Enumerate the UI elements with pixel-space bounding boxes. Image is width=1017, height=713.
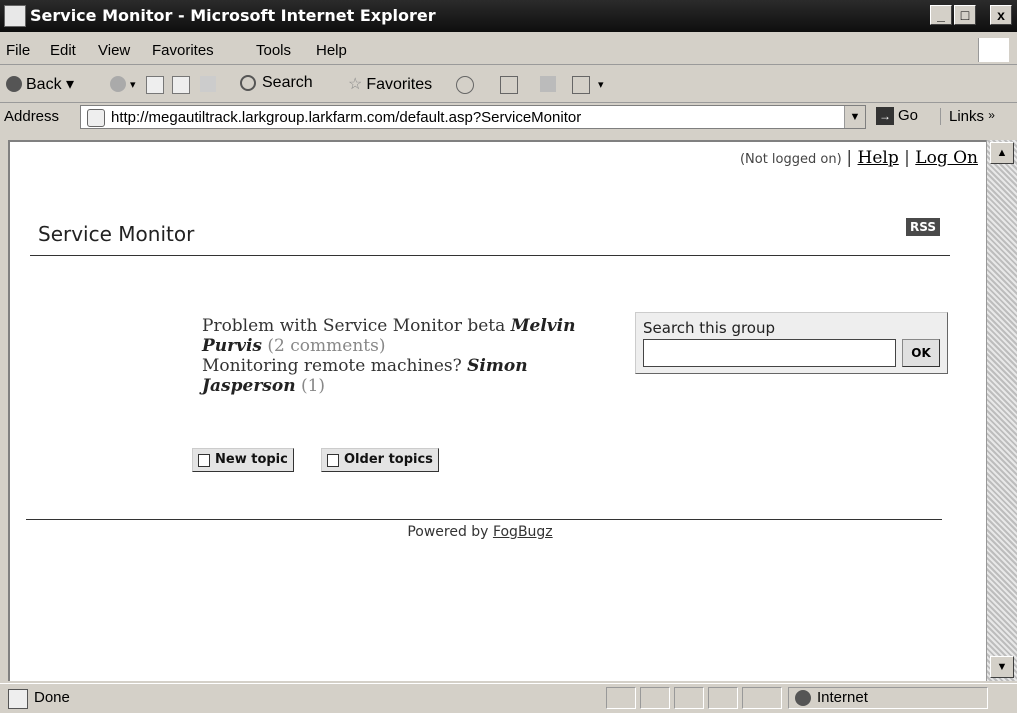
menu-bar: File Edit View Favorites Tools Help: [0, 36, 1017, 65]
help-link[interactable]: Help: [858, 148, 899, 168]
window-title: Service Monitor - Microsoft Internet Exp…: [30, 6, 436, 25]
footer-divider: [26, 519, 942, 520]
mail-button[interactable]: [500, 76, 518, 94]
toolbar: Back ▾ ▾ Search ☆ Favorites ▾: [0, 66, 1017, 103]
address-url: http://megautiltrack.larkgroup.larkfarm.…: [111, 109, 582, 126]
fogbugz-link[interactable]: FogBugz: [493, 524, 553, 540]
address-label: Address: [4, 108, 60, 125]
search-button[interactable]: Search: [240, 74, 313, 92]
ie-icon[interactable]: [4, 5, 26, 27]
scroll-down-button[interactable]: ▼: [990, 656, 1014, 678]
topic-item[interactable]: Monitoring remote machines? Simon Jasper…: [202, 356, 602, 396]
home-button[interactable]: [200, 76, 216, 92]
back-arrow-icon: [6, 76, 22, 92]
search-group-input[interactable]: [643, 339, 896, 367]
page-content: (Not logged on) | Help | Log On Service …: [8, 140, 986, 681]
topic-list: Problem with Service Monitor beta Melvin…: [202, 316, 602, 396]
close-button[interactable]: x: [990, 5, 1012, 25]
topic-title[interactable]: Monitoring remote machines?: [202, 356, 462, 376]
search-group-box: Search this group OK: [635, 312, 948, 374]
links-label: Links: [949, 108, 985, 125]
favorites-label: Favorites: [366, 76, 433, 93]
page-status-icon: [8, 689, 28, 709]
new-topic-label: New topic: [215, 452, 288, 467]
older-topics-label: Older topics: [344, 452, 433, 467]
minimize-button[interactable]: _: [930, 5, 952, 25]
menu-file[interactable]: File: [6, 42, 30, 59]
refresh-button[interactable]: [172, 76, 190, 94]
status-panel: [742, 687, 782, 709]
scroll-up-button[interactable]: ▲: [990, 142, 1014, 164]
menu-tools[interactable]: Tools: [256, 42, 291, 59]
page-icon: [87, 109, 105, 127]
title-divider: [30, 255, 950, 256]
zone-label: Internet: [817, 689, 868, 706]
print-button[interactable]: [540, 76, 556, 92]
menu-help[interactable]: Help: [316, 42, 347, 59]
edit-button[interactable]: [572, 76, 590, 94]
older-topics-button[interactable]: Older topics: [321, 448, 439, 472]
windows-logo-icon: [978, 38, 1009, 62]
page-title: Service Monitor: [38, 222, 195, 246]
security-zone: Internet: [788, 687, 988, 709]
forward-button[interactable]: [110, 76, 126, 92]
status-panel: [708, 687, 738, 709]
links-button[interactable]: Links »: [940, 108, 995, 125]
vertical-scrollbar[interactable]: ▲ ▼: [986, 140, 1017, 681]
rss-button[interactable]: RSS: [906, 218, 940, 236]
address-input[interactable]: http://megautiltrack.larkgroup.larkfarm.…: [80, 105, 866, 129]
search-icon: [240, 74, 256, 91]
maximize-button[interactable]: □: [954, 5, 976, 25]
status-text: Done: [34, 689, 70, 706]
globe-icon: [795, 690, 811, 706]
search-label: Search: [262, 74, 313, 91]
back-button[interactable]: Back ▾: [26, 74, 74, 94]
top-links: (Not logged on) | Help | Log On: [739, 148, 978, 168]
search-ok-button[interactable]: OK: [902, 339, 940, 367]
older-topics-icon: [327, 454, 339, 467]
menu-view[interactable]: View: [98, 42, 130, 59]
chevron-icon: »: [988, 108, 995, 122]
back-label: Back: [26, 76, 62, 93]
footer-text: Powered by: [407, 524, 489, 540]
stop-button[interactable]: [146, 76, 164, 94]
star-icon: ☆: [348, 76, 363, 93]
favorites-button[interactable]: ☆ Favorites: [348, 74, 432, 94]
login-status: (Not logged on): [739, 152, 842, 167]
footer: Powered by FogBugz: [10, 524, 950, 540]
status-panel: [674, 687, 704, 709]
topic-comment-count: (2 comments): [267, 336, 386, 356]
status-bar: Done Internet: [0, 683, 1017, 713]
topic-title[interactable]: Problem with Service Monitor beta: [202, 316, 505, 336]
topic-item[interactable]: Problem with Service Monitor beta Melvin…: [202, 316, 602, 356]
address-bar: Address http://megautiltrack.larkgroup.l…: [0, 102, 1017, 132]
title-bar: Service Monitor - Microsoft Internet Exp…: [0, 0, 1017, 32]
go-button[interactable]: → Go: [876, 107, 919, 126]
menu-favorites[interactable]: Favorites: [152, 42, 214, 59]
history-button[interactable]: [456, 76, 474, 94]
edit-dropdown-icon[interactable]: ▾: [598, 78, 604, 91]
logon-link[interactable]: Log On: [915, 148, 978, 168]
new-topic-icon: [198, 454, 210, 467]
address-dropdown-icon[interactable]: ▼: [844, 106, 865, 128]
topic-comment-count: (1): [300, 376, 326, 396]
status-panel: [606, 687, 636, 709]
new-topic-button[interactable]: New topic: [192, 448, 294, 472]
menu-edit[interactable]: Edit: [50, 42, 76, 59]
search-group-label: Search this group: [643, 319, 776, 337]
go-arrow-icon: →: [876, 107, 894, 126]
status-panel: [640, 687, 670, 709]
go-label: Go: [898, 107, 919, 124]
forward-dropdown-icon[interactable]: ▾: [130, 78, 136, 91]
